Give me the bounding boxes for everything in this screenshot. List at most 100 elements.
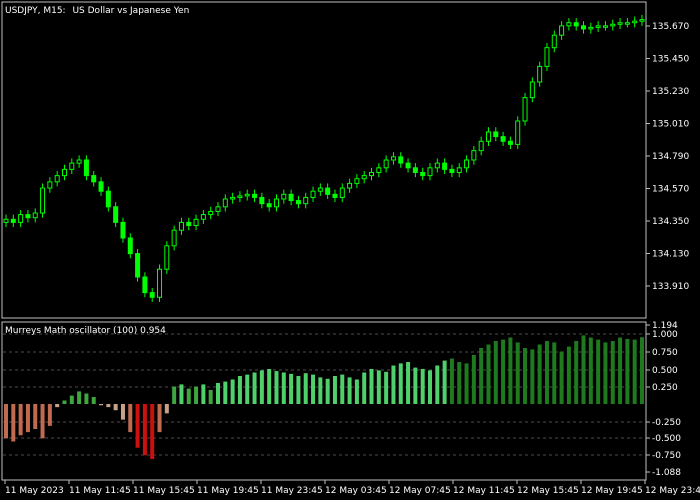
price-tick-label: 134.570: [652, 185, 689, 195]
candle-body: [208, 210, 214, 216]
oscillator-bar: [296, 376, 301, 404]
oscillator-bar: [245, 374, 250, 404]
candle-body: [244, 193, 250, 197]
price-tick-label: 135.230: [652, 87, 689, 97]
candle-body: [442, 162, 448, 170]
candle-body: [193, 218, 199, 227]
oscillator-bar: [581, 335, 586, 404]
candle-body: [383, 159, 389, 169]
oscillator-bar: [150, 404, 155, 459]
oscillator-bar: [172, 386, 177, 404]
candle-body: [573, 22, 579, 27]
candle-body: [427, 167, 433, 177]
candle-body: [471, 150, 477, 161]
candle-body: [493, 131, 499, 138]
candle-body: [405, 162, 411, 169]
oscillator-bar: [369, 369, 374, 404]
oscillator-bar: [11, 404, 16, 442]
candle-body: [544, 47, 550, 67]
candle-body: [281, 193, 287, 200]
candle-body: [478, 140, 484, 152]
oscillator-bar: [274, 371, 279, 404]
oscillator-frame[interactable]: [1, 321, 647, 481]
oscillator-bar: [311, 374, 316, 404]
oscillator-bar: [25, 404, 30, 433]
oscillator-bar: [588, 337, 593, 404]
time-tick-label: 11 May 19:45: [197, 486, 259, 496]
oscillator-bar: [574, 341, 579, 404]
oscillator-bar: [552, 342, 557, 404]
oscillator-bar: [354, 379, 359, 404]
oscillator-bar: [18, 404, 23, 436]
oscillator-bar: [566, 346, 571, 404]
oscillator-bar: [442, 360, 447, 404]
oscillator-bar: [332, 376, 337, 404]
oscillator-title: Murreys Math oscillator (100) 0.954: [5, 326, 166, 336]
oscillator-tick-label: -1.088: [652, 468, 681, 478]
oscillator-bar: [530, 349, 535, 404]
candle-body: [76, 159, 82, 164]
oscillator-bar: [596, 339, 601, 404]
candle-body: [310, 190, 316, 198]
oscillator-bar: [603, 342, 608, 404]
candle-body: [98, 181, 104, 192]
oscillator-bar: [230, 379, 235, 404]
candle-body: [127, 237, 133, 255]
oscillator-bar: [91, 397, 96, 404]
oscillator-bar: [398, 363, 403, 404]
oscillator-bar: [267, 369, 272, 404]
candle-body: [259, 196, 265, 205]
time-tick-label: 12 May 11:45: [453, 486, 515, 496]
candle-body: [18, 214, 24, 223]
price-tick-label: 133.910: [652, 282, 689, 292]
candle-body: [32, 212, 38, 219]
candle-body: [69, 162, 75, 170]
candle-body: [522, 97, 528, 122]
candle-body: [507, 140, 513, 145]
oscillator-bar: [347, 377, 352, 404]
oscillator-tick-label: 0.500: [652, 366, 678, 376]
oscillator-bar: [113, 404, 118, 411]
candle-body: [617, 22, 623, 25]
candle-body: [157, 268, 163, 298]
chart-window[interactable]: USDJPY, M15: US Dollar vs Japanese Yen M…: [0, 0, 700, 500]
candle-body: [325, 187, 331, 195]
oscillator-bar: [55, 404, 60, 408]
candle-body: [339, 187, 345, 198]
oscillator-bar: [318, 377, 323, 404]
oscillator-tick-label: -0.250: [652, 418, 681, 428]
oscillator-bar: [128, 404, 133, 433]
candle-body: [537, 65, 543, 83]
oscillator-bar: [208, 390, 213, 404]
candle-body: [54, 175, 60, 183]
time-tick-label: 12 May 07:45: [389, 486, 451, 496]
oscillator-bar: [435, 365, 440, 404]
candle-body: [164, 245, 170, 270]
oscillator-tick-label: -0.500: [652, 434, 681, 444]
oscillator-bar: [259, 370, 264, 404]
symbol-label: USDJPY, M15:: [5, 6, 66, 16]
candle-body: [215, 206, 221, 212]
oscillator-bar: [391, 365, 396, 404]
oscillator-bar: [40, 404, 45, 439]
oscillator-bar: [179, 384, 184, 404]
candle-body: [40, 187, 46, 214]
price-tick-label: 135.010: [652, 120, 689, 130]
candle-body: [361, 175, 367, 180]
price-axis: 135.670 135.450 135.230 135.010 134.790 134.5…: [646, 22, 689, 292]
time-tick-label: 12 May 19:45: [581, 486, 643, 496]
oscillator-bar: [618, 337, 623, 404]
oscillator-bar: [406, 362, 411, 404]
candle-body: [529, 81, 535, 99]
oscillator-bar: [384, 371, 389, 404]
oscillator-bar: [559, 351, 564, 404]
candle-body: [566, 22, 572, 27]
oscillator-bar: [194, 386, 199, 404]
candle-body: [171, 229, 177, 247]
oscillator-bar: [523, 348, 528, 404]
oscillator-axis: 1.1941.0000.7500.5000.250-0.250-0.500-0.…: [646, 321, 681, 478]
oscillator-bar: [479, 348, 484, 404]
time-tick-label: 11 May 2023: [5, 486, 64, 496]
candle-body: [178, 221, 184, 231]
oscillator-bar: [84, 393, 89, 404]
